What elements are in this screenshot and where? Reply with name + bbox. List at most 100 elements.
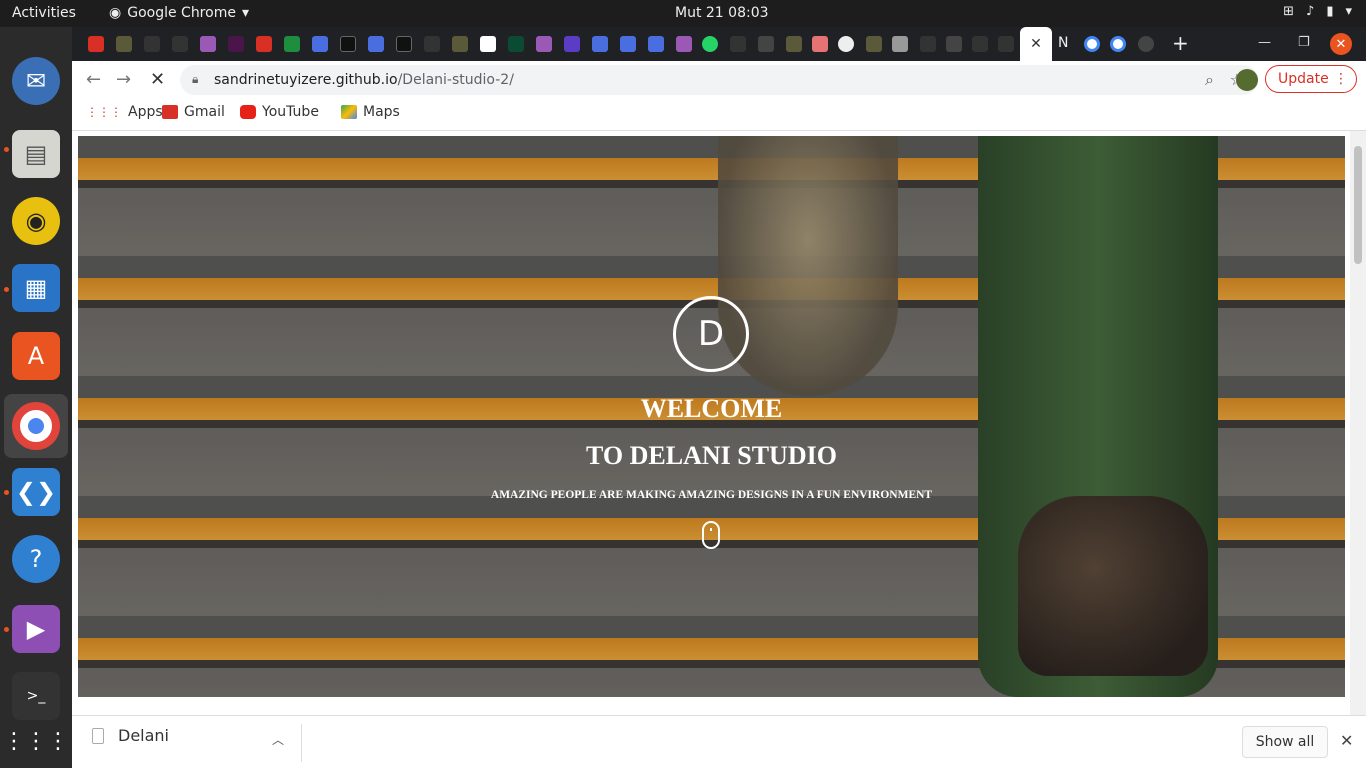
- tab-github-icon[interactable]: [998, 36, 1014, 52]
- bookmark-gmail[interactable]: Gmail: [162, 104, 225, 120]
- site-logo[interactable]: D: [673, 296, 749, 372]
- rhythmbox-icon[interactable]: ◉: [12, 197, 60, 245]
- maps-icon: [341, 105, 357, 119]
- minimize-icon[interactable]: —: [1258, 35, 1271, 50]
- app-menu-label: Google Chrome: [127, 5, 236, 21]
- activities-button[interactable]: Activities: [12, 5, 76, 21]
- tab-google-icon[interactable]: [1084, 36, 1100, 52]
- tab-docs-icon[interactable]: [312, 36, 328, 52]
- network-icon: ⊞: [1283, 4, 1295, 19]
- tab-icon[interactable]: [786, 36, 802, 52]
- tab-docs-icon[interactable]: [620, 36, 636, 52]
- chrome-icon[interactable]: [12, 402, 60, 450]
- terminal-icon[interactable]: >_: [12, 672, 60, 720]
- tab-icon[interactable]: [758, 36, 774, 52]
- tab-github-icon[interactable]: [972, 36, 988, 52]
- url-host: sandrinetuyizere.github.io: [214, 72, 398, 88]
- file-icon: [92, 727, 104, 744]
- tab-github-icon[interactable]: [172, 36, 188, 52]
- tab-slack-icon[interactable]: [228, 36, 244, 52]
- hero-title-line2: TO DELANI STUDIO: [586, 441, 837, 470]
- files-icon[interactable]: ▤: [12, 130, 60, 178]
- tab-icon[interactable]: [838, 36, 854, 52]
- profile-avatar[interactable]: [1236, 69, 1258, 91]
- tab-docs-icon[interactable]: [592, 36, 608, 52]
- gmail-icon: [162, 105, 178, 119]
- tab-docs-icon[interactable]: [368, 36, 384, 52]
- writer-icon[interactable]: ▦: [12, 264, 60, 312]
- tab-close-icon[interactable]: ✕: [1030, 36, 1042, 52]
- back-icon[interactable]: ←: [86, 69, 101, 90]
- tab-drive-icon[interactable]: [284, 36, 300, 52]
- tab-icon[interactable]: [812, 36, 828, 52]
- zoom-icon[interactable]: ⌕: [1205, 70, 1214, 90]
- window-close-icon[interactable]: ✕: [1330, 33, 1352, 55]
- address-bar[interactable]: 🔒︎ sandrinetuyizere.github.io/Delani-stu…: [180, 65, 1258, 95]
- tab-django-icon[interactable]: [508, 36, 524, 52]
- download-item[interactable]: Delani: [92, 726, 169, 745]
- bookmark-youtube[interactable]: YouTube: [240, 104, 319, 120]
- tab-icon[interactable]: [340, 36, 356, 52]
- tab-icon[interactable]: [946, 36, 962, 52]
- help-icon[interactable]: ?: [12, 535, 60, 583]
- tab-github-icon[interactable]: [920, 36, 936, 52]
- downloads-bar: Delani ︿ Show all ✕: [72, 715, 1366, 768]
- close-icon[interactable]: ✕: [1340, 731, 1353, 750]
- scroll-mouse-icon[interactable]: [702, 521, 720, 549]
- vscode-icon[interactable]: ❮❯: [12, 468, 60, 516]
- tab-notion-icon[interactable]: N: [1058, 35, 1068, 51]
- tab-icon[interactable]: [564, 36, 580, 52]
- app-menu[interactable]: ◉ Google Chrome ▾: [109, 5, 249, 21]
- chevron-up-icon[interactable]: ︿: [272, 731, 284, 748]
- tab-gmail-icon[interactable]: [88, 36, 104, 52]
- chevron-down-icon: ▾: [241, 5, 249, 21]
- tab-whatsapp-icon[interactable]: [702, 36, 718, 52]
- tab-google-icon[interactable]: [1110, 36, 1126, 52]
- url-text[interactable]: sandrinetuyizere.github.io/Delani-studio…: [214, 72, 514, 88]
- tab-icon[interactable]: [396, 36, 412, 52]
- tab-icon[interactable]: [1138, 36, 1154, 52]
- update-label: Update: [1278, 71, 1329, 87]
- battery-icon: ▮: [1326, 4, 1334, 19]
- tab-icon[interactable]: [116, 36, 132, 52]
- new-tab-button[interactable]: +: [1172, 31, 1189, 55]
- page-scrollbar[interactable]: [1350, 131, 1366, 715]
- tab-icon[interactable]: [200, 36, 216, 52]
- tab-icon[interactable]: [536, 36, 552, 52]
- forward-icon[interactable]: →: [116, 69, 131, 90]
- thunderbird-icon[interactable]: ✉: [12, 57, 60, 105]
- tab-icon[interactable]: [866, 36, 882, 52]
- show-all-button[interactable]: Show all: [1242, 726, 1328, 758]
- chrome-window: ✕ N + — ❐ ✕ ← → ✕ 🔒︎ sandrinetuyizere.gi…: [72, 27, 1366, 768]
- scrollbar-thumb[interactable]: [1354, 146, 1362, 264]
- tab-icon[interactable]: [892, 36, 908, 52]
- tab-docs-icon[interactable]: [648, 36, 664, 52]
- system-top-bar: Activities ◉ Google Chrome ▾ Mut 21 08:0…: [0, 0, 1366, 27]
- video-player-icon[interactable]: ▶: [12, 605, 60, 653]
- tab-icon[interactable]: [676, 36, 692, 52]
- divider: [301, 724, 302, 762]
- running-indicator: [4, 627, 9, 632]
- tab-icon[interactable]: [452, 36, 468, 52]
- tab-gmail-icon[interactable]: [256, 36, 272, 52]
- bookmark-maps[interactable]: Maps: [341, 104, 400, 120]
- tab-github-icon[interactable]: [730, 36, 746, 52]
- tab-icon[interactable]: [480, 36, 496, 52]
- software-center-icon[interactable]: A: [12, 332, 60, 380]
- dock: ✉ ▤ ◉ ▦ A ❮❯ ? ▶ >_ ⋮⋮⋮: [0, 27, 72, 768]
- lock-icon[interactable]: 🔒︎: [192, 72, 198, 87]
- update-button[interactable]: Update ⋮: [1265, 65, 1357, 93]
- running-indicator: [4, 490, 9, 495]
- bookmark-apps[interactable]: ⋮⋮⋮ Apps: [86, 104, 163, 120]
- stop-loading-icon[interactable]: ✕: [150, 69, 165, 90]
- tab-strip: ✕ N + — ❐ ✕: [72, 27, 1366, 61]
- tab-github-icon[interactable]: [424, 36, 440, 52]
- tab-github-icon[interactable]: [144, 36, 160, 52]
- restore-icon[interactable]: ❐: [1298, 35, 1310, 50]
- bookmark-maps-label: Maps: [363, 104, 400, 120]
- clock[interactable]: Mut 21 08:03: [675, 5, 769, 21]
- system-tray[interactable]: ⊞ ♪ ▮ ▾: [1283, 4, 1352, 19]
- active-tab[interactable]: ✕: [1020, 27, 1052, 61]
- chevron-down-icon: ▾: [1345, 4, 1352, 19]
- show-apps-icon[interactable]: ⋮⋮⋮: [3, 717, 69, 765]
